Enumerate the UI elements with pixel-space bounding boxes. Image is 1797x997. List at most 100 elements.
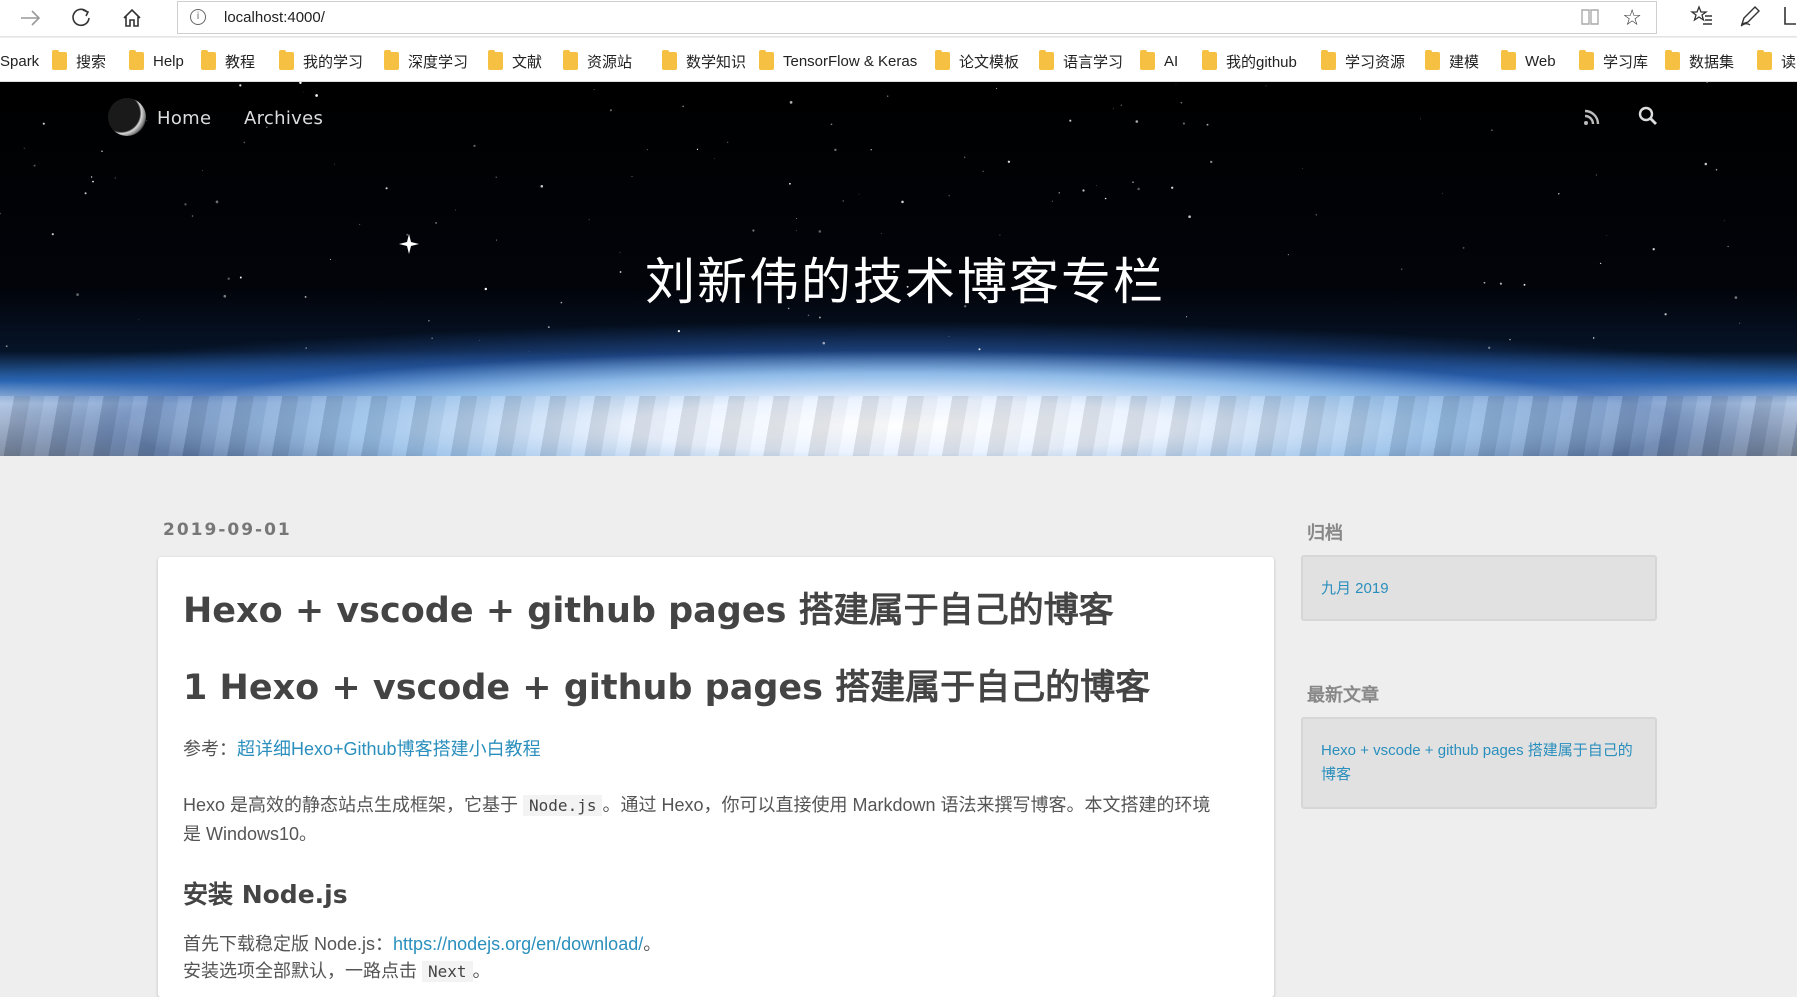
star — [795, 230, 797, 231]
star — [880, 232, 882, 234]
star — [1096, 185, 1097, 187]
install-paragraph: 安装选项全部默认，一路点击 Next。 — [183, 957, 1223, 986]
bookmark-item[interactable]: 我的学习 — [279, 50, 363, 72]
site-logo[interactable] — [108, 98, 146, 136]
star — [1007, 160, 1011, 163]
star — [1265, 85, 1267, 87]
favorites-list-icon[interactable] — [1690, 4, 1714, 34]
star — [1509, 338, 1511, 341]
pen-icon[interactable] — [1738, 4, 1762, 34]
reading-view-icon[interactable] — [1580, 8, 1600, 28]
star — [609, 109, 612, 112]
star — [830, 123, 833, 126]
download-suffix: 。 — [643, 934, 662, 954]
star — [1052, 200, 1053, 202]
share-icon[interactable] — [1782, 4, 1796, 34]
star — [696, 148, 699, 151]
bookmark-label: Help — [153, 52, 184, 70]
star — [191, 215, 194, 217]
home-icon[interactable] — [117, 4, 147, 32]
search-icon[interactable] — [1638, 106, 1658, 126]
bookmark-item[interactable]: AI — [1140, 50, 1178, 72]
url-text[interactable]: localhost:4000/ — [224, 9, 325, 26]
rss-icon[interactable] — [1583, 108, 1601, 126]
address-bar[interactable]: i localhost:4000/ ☆ — [177, 1, 1657, 34]
bookmark-item[interactable]: 深度学习 — [384, 50, 468, 72]
star — [1420, 118, 1422, 120]
bookmark-item[interactable]: 论文模板 — [935, 50, 1019, 72]
bookmark-item[interactable]: 语言学习 — [1039, 50, 1123, 72]
star — [858, 193, 860, 195]
archive-month-link[interactable]: 九月 2019 — [1321, 577, 1389, 601]
star — [495, 176, 497, 178]
recent-posts-title: 最新文章 — [1307, 685, 1379, 706]
bookmark-item[interactable]: 文献 — [488, 50, 542, 72]
star — [23, 147, 25, 149]
star — [496, 239, 498, 241]
bookmark-item[interactable]: Spark — [0, 50, 39, 72]
star — [1175, 83, 1177, 85]
star — [807, 314, 810, 317]
star — [1132, 181, 1134, 183]
star — [243, 141, 246, 144]
bookmark-item[interactable]: 我的github — [1202, 50, 1297, 72]
star — [631, 176, 633, 177]
bookmark-item[interactable]: 建模 — [1425, 50, 1479, 72]
bookmark-label: 教程 — [225, 53, 256, 71]
star — [1206, 123, 1209, 126]
bookmark-label: 数据集 — [1689, 53, 1735, 71]
star — [1606, 235, 1608, 236]
star — [1186, 316, 1188, 318]
star — [726, 141, 729, 144]
bookmark-item[interactable]: 数据集 — [1665, 50, 1734, 72]
star — [1441, 192, 1443, 194]
install-suffix: 。 — [472, 961, 491, 981]
star — [978, 348, 981, 351]
folder-icon — [1140, 50, 1155, 70]
favorite-star-icon[interactable]: ☆ — [1622, 5, 1642, 31]
star — [1704, 162, 1708, 166]
bookmark-item[interactable]: 学习资源 — [1321, 50, 1405, 72]
bookmark-label: 论文模板 — [959, 53, 1020, 71]
bookmark-item[interactable]: 搜索 — [52, 50, 106, 72]
star — [995, 87, 998, 90]
star — [901, 200, 904, 204]
star — [5, 345, 8, 348]
bookmark-item[interactable]: 学习库 — [1579, 50, 1648, 72]
star — [982, 170, 984, 172]
bookmark-label: AI — [1164, 52, 1179, 70]
bookmark-item[interactable]: 教程 — [201, 50, 255, 72]
folder-icon — [935, 50, 950, 70]
star — [948, 195, 950, 197]
nav-archives[interactable]: Archives — [244, 108, 323, 129]
post-date: 2019-09-01 — [163, 520, 292, 540]
bookmark-item[interactable]: Web — [1501, 50, 1556, 72]
bookmark-item[interactable]: TensorFlow & Keras — [759, 50, 917, 72]
bookmark-item[interactable]: 数学知识 — [662, 50, 746, 72]
info-icon[interactable]: i — [190, 9, 206, 25]
folder-icon — [662, 50, 677, 70]
folder-icon — [488, 50, 503, 70]
star — [305, 347, 307, 349]
star — [114, 177, 116, 179]
bookmark-item[interactable]: 读 — [1757, 50, 1796, 72]
folder-icon — [1757, 50, 1772, 70]
bookmark-item[interactable]: Help — [129, 50, 184, 72]
post-title[interactable]: Hexo + vscode + github pages 搭建属于自己的博客 — [183, 582, 1114, 633]
refresh-icon[interactable] — [66, 4, 96, 32]
forward-icon[interactable] — [16, 4, 46, 32]
star — [33, 164, 36, 167]
star — [818, 316, 821, 319]
nodejs-download-link[interactable]: https://nodejs.org/en/download/ — [393, 934, 643, 954]
star — [315, 94, 318, 97]
hero-banner: Home Archives 刘新伟的技术博客专栏 — [0, 82, 1797, 456]
recent-post-link[interactable]: Hexo + vscode + github pages 搭建属于自己的博客 — [1321, 739, 1641, 787]
nav-home[interactable]: Home — [157, 108, 211, 129]
bookmark-label: 深度学习 — [408, 53, 469, 71]
bookmark-item[interactable]: 资源站 — [563, 50, 632, 72]
reference-link[interactable]: 超详细Hexo+Github博客搭建小白教程 — [237, 739, 541, 759]
star — [1113, 108, 1114, 110]
bookmark-label: 我的github — [1226, 53, 1297, 71]
star — [1182, 122, 1185, 125]
folder-icon — [1039, 50, 1054, 70]
